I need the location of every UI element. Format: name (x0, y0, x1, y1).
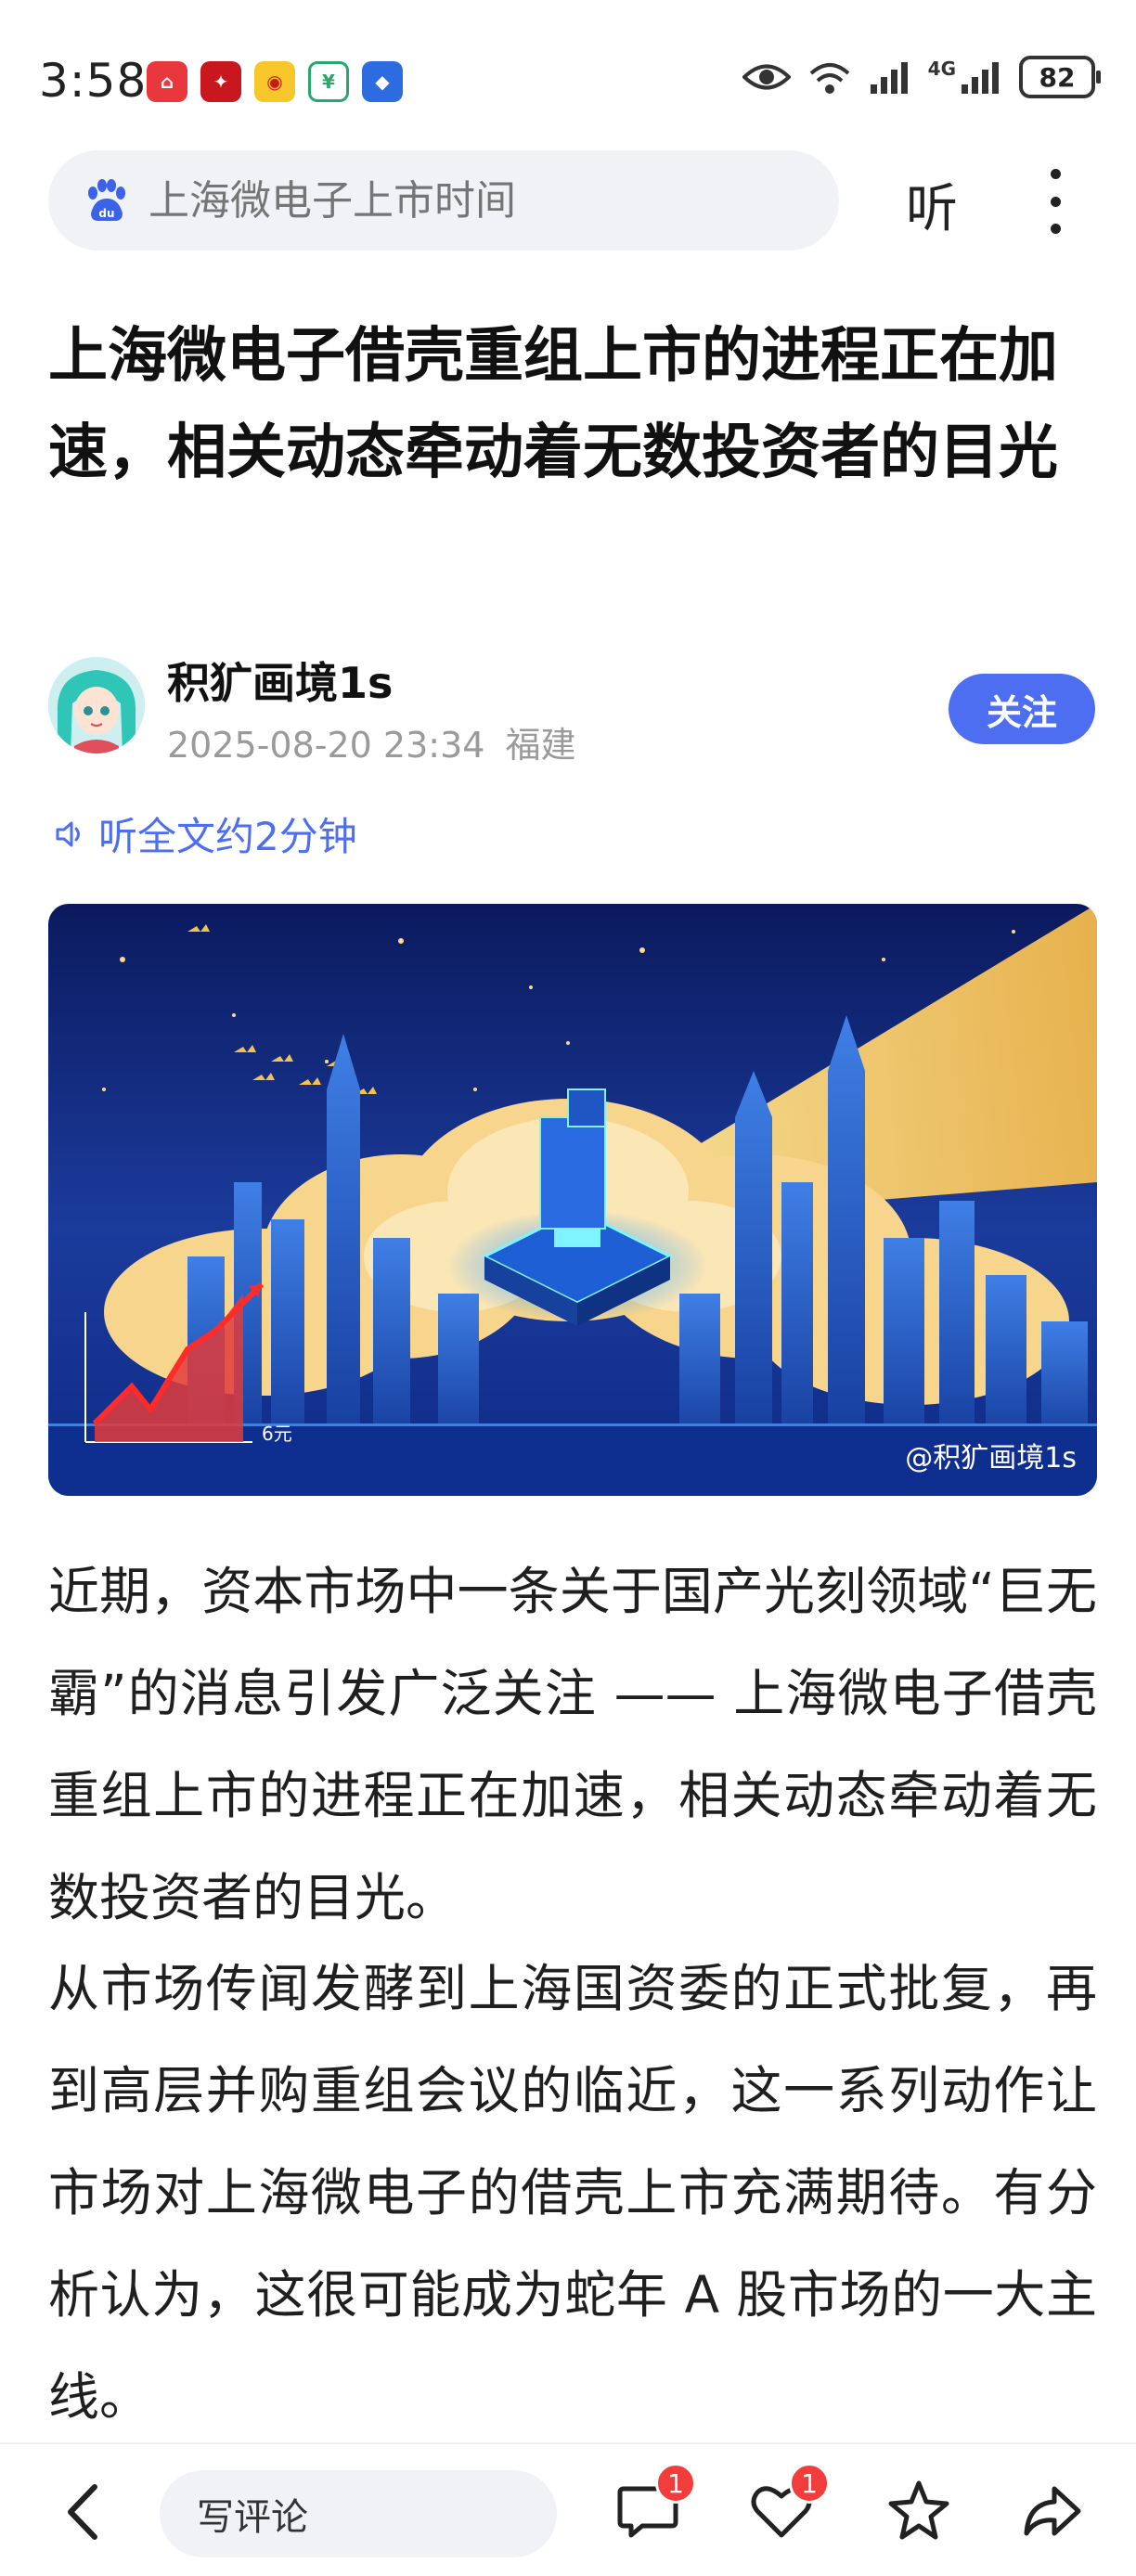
more-dot-icon (1050, 196, 1061, 207)
status-indicators: 4G 82 (742, 56, 1101, 98)
bottom-toolbar: 写评论 1 1 (0, 2442, 1136, 2576)
share-button[interactable] (1017, 2476, 1088, 2546)
more-options-button[interactable] (1039, 169, 1071, 234)
like-count-badge: 1 (789, 2463, 830, 2504)
publish-location: 福建 (505, 725, 576, 766)
more-dot-icon (1050, 224, 1061, 234)
news-app-icon: ✦ (200, 61, 241, 102)
follow-button[interactable]: 关注 (949, 674, 1095, 744)
author-name[interactable]: 积犷画境1s (167, 650, 393, 711)
battery-level: 82 (1039, 61, 1076, 93)
article-paragraph-2: 从市场传闻发酵到上海国资委的正式批复，再到高层并购重组会议的临近，这一系列动作让… (48, 1959, 1097, 2427)
eye-icon (742, 64, 791, 90)
wifi-icon (809, 63, 849, 94)
comment-input[interactable]: 写评论 (160, 2470, 557, 2557)
svg-text:du: du (98, 207, 114, 220)
search-input[interactable] (148, 176, 817, 225)
search-bar[interactable]: du (48, 150, 839, 251)
listen-full-label: 听全文约2分钟 (98, 814, 357, 859)
star-icon (888, 2480, 949, 2540)
hero-illustration: 6元 (48, 904, 1097, 1496)
network-label: 4G (927, 58, 956, 80)
hero-watermark: @积犷画境1s (905, 1442, 1077, 1475)
comment-count-badge: 1 (655, 2463, 696, 2504)
baidu-paw-icon: du (88, 179, 125, 221)
listen-full-article-button[interactable]: 听全文约2分钟 (54, 805, 357, 862)
author-meta: 2025-08-20 23:34 福建 (167, 716, 575, 767)
blue-app-icon: ◆ (362, 61, 403, 102)
signal-icon-secondary (962, 62, 999, 94)
weibo-app-icon: ◉ (254, 61, 295, 102)
comment-placeholder: 写评论 (197, 2496, 308, 2539)
article-paragraph-1: 近期，资本市场中一条关于国产光刻领域“巨无霸”的消息引发广泛关注 —— 上海微电… (48, 1562, 1097, 1927)
status-app-icons: ⌂ ✦ ◉ ¥ ◆ (147, 61, 403, 102)
publish-date: 2025-08-20 23:34 (167, 725, 485, 766)
share-arrow-icon (1024, 2486, 1081, 2536)
favorite-button[interactable] (884, 2476, 954, 2546)
bank-app-icon: ¥ (308, 61, 349, 102)
battery-indicator: 82 (1019, 56, 1101, 98)
hero-chart-label: 6元 (262, 1423, 292, 1445)
avatar-illustration (48, 657, 145, 753)
speaker-icon (56, 821, 80, 846)
comments-button[interactable]: 1 (613, 2463, 696, 2546)
article-hero-image[interactable]: 6元 @积犷画境1s (48, 904, 1097, 1496)
huawei-app-icon: ⌂ (147, 61, 187, 102)
status-time: 3:58 (39, 54, 148, 108)
listen-button[interactable]: 听 (906, 167, 958, 242)
signal-icon (870, 62, 908, 94)
author-avatar[interactable] (48, 657, 145, 753)
more-dot-icon (1050, 169, 1061, 179)
status-bar: 3:58 ⌂ ✦ ◉ ¥ ◆ 4G 82 (0, 0, 1136, 148)
back-arrow-icon[interactable] (56, 2479, 111, 2544)
like-button[interactable]: 1 (746, 2463, 830, 2546)
article-title: 上海微电子借壳重组上市的进程正在加速，相关动态牵动着无数投资者的目光 (48, 322, 1058, 487)
